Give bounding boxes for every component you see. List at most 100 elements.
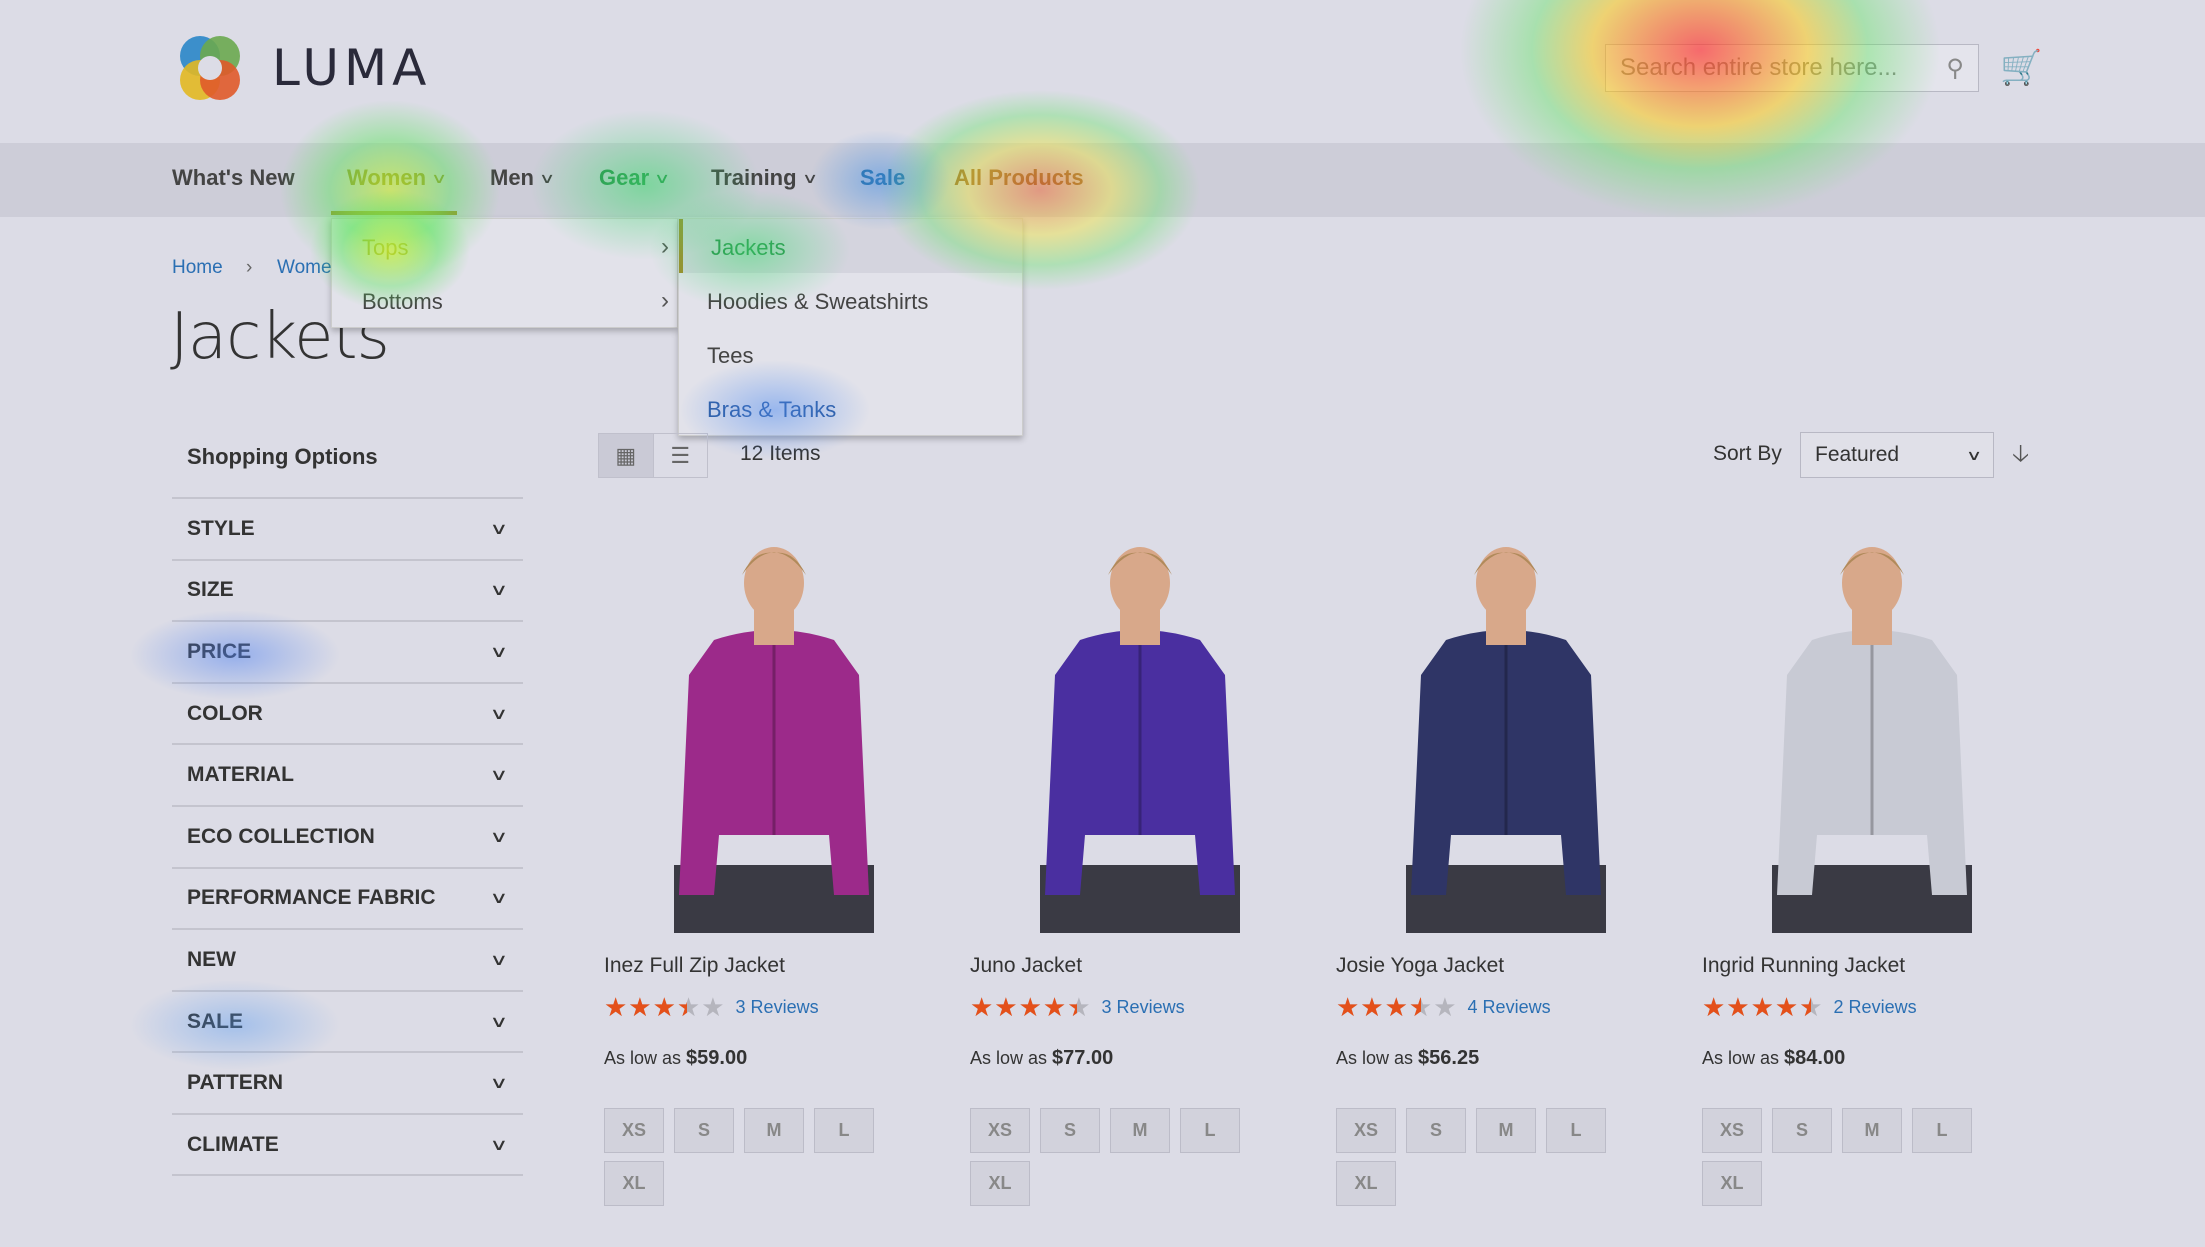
size-option-xl[interactable]: XL: [604, 1161, 664, 1206]
nav-training[interactable]: Training ∨: [711, 165, 818, 191]
chevron-down-icon: ∨: [489, 890, 509, 908]
size-option-l[interactable]: L: [1180, 1108, 1240, 1153]
filter-label: CLIMATE: [187, 1132, 279, 1156]
filter-style[interactable]: STYLE ∨: [172, 497, 523, 559]
list-view-icon[interactable]: ☰: [654, 434, 708, 477]
filter-color[interactable]: COLOR ∨: [172, 681, 523, 744]
menu-item-jackets[interactable]: Jackets: [711, 235, 786, 261]
filter-new[interactable]: NEW ∨: [172, 928, 523, 990]
product-name[interactable]: Josie Yoga Jacket: [1336, 954, 1676, 978]
filter-sale[interactable]: SALE ∨: [172, 989, 523, 1052]
filter-price[interactable]: PRICE ∨: [172, 620, 523, 682]
breadcrumb-women[interactable]: Wome: [277, 257, 332, 279]
filter-performance-fabric[interactable]: PERFORMANCE FABRIC ∨: [172, 866, 523, 929]
search-input[interactable]: Search entire store here... ⚲: [1605, 44, 1979, 92]
size-option-xl[interactable]: XL: [1336, 1161, 1396, 1206]
nav-men[interactable]: Men ∨: [490, 165, 556, 191]
size-option-xs[interactable]: XS: [970, 1108, 1030, 1153]
chevron-down-icon: ∨: [489, 705, 509, 723]
nav-all-products[interactable]: All Products: [954, 165, 1084, 191]
reviews-link[interactable]: 4 Reviews: [1468, 997, 1551, 1018]
chevron-down-icon: ∨: [538, 169, 556, 186]
product-name[interactable]: Ingrid Running Jacket: [1702, 954, 2042, 978]
nav-sale[interactable]: Sale: [860, 165, 905, 191]
chevron-down-icon: ∨: [489, 951, 509, 969]
size-option-l[interactable]: L: [1912, 1108, 1972, 1153]
search-icon[interactable]: ⚲: [1946, 54, 1964, 83]
sort-direction-arrow-icon[interactable]: 🡣: [2012, 436, 2029, 477]
nav-women[interactable]: Women ∨: [347, 165, 447, 191]
size-option-xs[interactable]: XS: [1336, 1108, 1396, 1153]
filter-material[interactable]: MATERIAL ∨: [172, 743, 523, 805]
size-option-m[interactable]: M: [744, 1108, 804, 1153]
filter-size[interactable]: SIZE ∨: [172, 558, 523, 621]
size-option-s[interactable]: S: [1772, 1108, 1832, 1153]
filter-label: COLOR: [187, 701, 263, 725]
filter-label: PATTERN: [187, 1071, 284, 1095]
filter-label: SIZE: [187, 578, 234, 602]
product-card: Josie Yoga Jacket ★★★★★★★★★★ 4 Reviews A…: [1336, 535, 1676, 1206]
cart-icon[interactable]: 🛒: [2000, 48, 2042, 88]
product-rating: ★★★★★★★★★★ 3 Reviews: [604, 992, 944, 1023]
sort-label: Sort By: [1713, 442, 1782, 465]
size-option-xl[interactable]: XL: [1702, 1161, 1762, 1206]
reviews-link[interactable]: 3 Reviews: [1102, 997, 1185, 1018]
size-option-l[interactable]: L: [814, 1108, 874, 1153]
filter-label: STYLE: [187, 516, 255, 540]
grid-view-icon[interactable]: ▦: [599, 434, 654, 477]
size-option-xs[interactable]: XS: [1702, 1108, 1762, 1153]
view-mode-toggle: ▦ ☰: [598, 433, 708, 478]
size-option-m[interactable]: M: [1842, 1108, 1902, 1153]
size-option-xs[interactable]: XS: [604, 1108, 664, 1153]
product-image[interactable]: [1336, 535, 1676, 933]
chevron-down-icon: ∨: [489, 643, 509, 661]
chevron-down-icon: ∨: [654, 169, 671, 186]
brand-name: LUMA: [272, 39, 432, 97]
chevron-down-icon: ∨: [489, 767, 509, 785]
menu-item-hoodies[interactable]: Hoodies & Sweatshirts: [707, 289, 928, 315]
nav-gear[interactable]: Gear ∨: [599, 165, 671, 191]
reviews-link[interactable]: 3 Reviews: [736, 997, 819, 1018]
product-price: As low as $77.00: [970, 1047, 1114, 1069]
rating-stars: ★★★★★★★★★★: [970, 992, 1092, 1022]
filter-pattern[interactable]: PATTERN ∨: [172, 1051, 523, 1113]
product-price: As low as $59.00: [604, 1047, 748, 1069]
size-swatches: XS S M L XL: [970, 1108, 1260, 1206]
product-card: Juno Jacket ★★★★★★★★★★ 3 Reviews As low …: [970, 535, 1310, 1206]
sort-value: Featured: [1815, 443, 1900, 466]
menu-item-tops[interactable]: Tops: [362, 235, 408, 261]
product-name[interactable]: Juno Jacket: [970, 954, 1310, 978]
filter-label: MATERIAL: [187, 763, 294, 787]
sort-select[interactable]: Featured ∨: [1800, 432, 1994, 478]
size-option-s[interactable]: S: [674, 1108, 734, 1153]
menu-item-bras-tanks[interactable]: Bras & Tanks: [707, 397, 836, 423]
product-name[interactable]: Inez Full Zip Jacket: [604, 954, 944, 978]
menu-item-tees[interactable]: Tees: [707, 343, 753, 369]
menu-item-bottoms[interactable]: Bottoms: [362, 289, 443, 315]
product-rating: ★★★★★★★★★★ 3 Reviews: [970, 992, 1310, 1023]
chevron-right-icon: ›: [661, 287, 669, 314]
luma-logo[interactable]: LUMA: [172, 30, 431, 106]
search-placeholder: Search entire store here...: [1620, 54, 1898, 81]
chevron-right-icon: ›: [661, 233, 669, 260]
chevron-down-icon: ∨: [489, 582, 509, 600]
filter-eco-collection[interactable]: ECO COLLECTION ∨: [172, 805, 523, 867]
chevron-down-icon: ∨: [489, 1075, 509, 1093]
product-image[interactable]: [1702, 535, 2042, 933]
nav-whats-new[interactable]: What's New: [172, 165, 295, 191]
size-option-m[interactable]: M: [1110, 1108, 1170, 1153]
filter-climate[interactable]: CLIMATE ∨: [172, 1113, 523, 1175]
size-option-m[interactable]: M: [1476, 1108, 1536, 1153]
shopping-options-title: Shopping Options: [187, 444, 378, 469]
breadcrumb-home[interactable]: Home: [172, 257, 223, 279]
product-image[interactable]: [604, 535, 944, 933]
filter-label: PRICE: [187, 639, 252, 663]
product-image[interactable]: [970, 535, 1310, 933]
reviews-link[interactable]: 2 Reviews: [1834, 997, 1917, 1018]
size-option-xl[interactable]: XL: [970, 1161, 1030, 1206]
chevron-down-icon: ∨: [801, 169, 818, 186]
filter-label: SALE: [187, 1009, 244, 1033]
size-option-l[interactable]: L: [1546, 1108, 1606, 1153]
size-option-s[interactable]: S: [1406, 1108, 1466, 1153]
size-option-s[interactable]: S: [1040, 1108, 1100, 1153]
